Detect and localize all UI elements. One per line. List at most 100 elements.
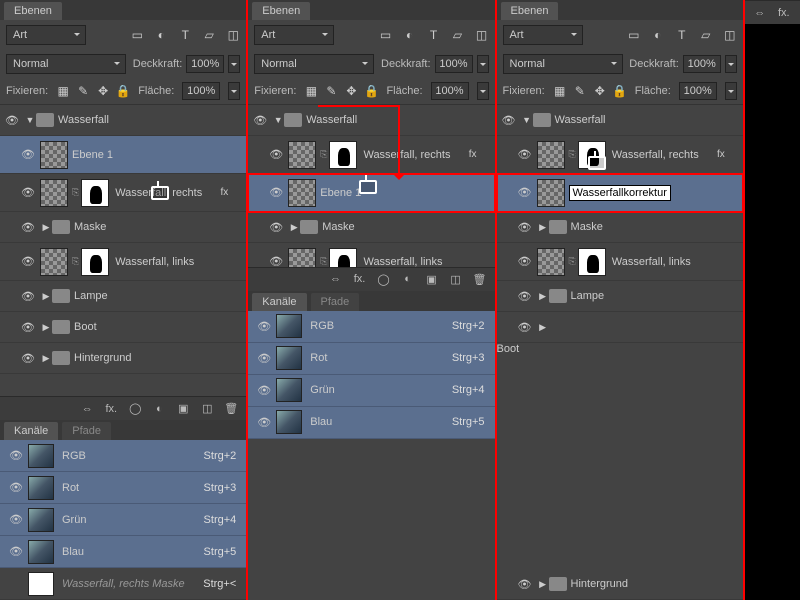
visibility-icon[interactable]: 👁	[16, 321, 40, 334]
type-icon[interactable]: T	[427, 28, 441, 42]
group-wasserfall[interactable]: 👁▼Wasserfall	[497, 105, 743, 136]
layer-wasserfall-rechts[interactable]: 👁⎘Wasserfall, rechtsfx	[248, 136, 494, 174]
visibility-icon[interactable]: 👁	[16, 255, 40, 268]
trash-icon[interactable]: 🗑	[224, 402, 238, 416]
visibility-icon[interactable]: 👁	[4, 545, 28, 558]
mask-icon[interactable]: ◯	[377, 272, 391, 286]
blend-mode-dropdown[interactable]: Normal	[254, 54, 374, 74]
group-hintergrund[interactable]: 👁▶Hintergrund	[497, 569, 743, 600]
adjustment-icon[interactable]: ◐	[401, 272, 415, 286]
image-icon[interactable]: ▭	[130, 28, 144, 42]
expand-icon[interactable]: ▼	[24, 115, 36, 125]
layer-mask[interactable]	[81, 248, 109, 276]
adjustment-icon[interactable]: ◐	[152, 402, 166, 416]
channel-rot[interactable]: 👁RotStrg+3	[248, 343, 494, 375]
layer-ebene1[interactable]: 👁 Ebene 1	[0, 136, 246, 174]
lock-pixels-icon[interactable]: ▦	[304, 84, 318, 98]
lock-pixels-icon[interactable]: ▦	[56, 84, 70, 98]
mask-link-icon[interactable]: ⎘	[72, 187, 79, 198]
link-icon[interactable]: ⇔	[329, 272, 343, 286]
shape-icon[interactable]: ▱	[202, 28, 216, 42]
fx-icon[interactable]: fx.	[353, 272, 367, 286]
mask-icon[interactable]: ◯	[128, 402, 142, 416]
visibility-icon[interactable]: 👁	[264, 186, 288, 199]
visibility-icon[interactable]: 👁	[513, 221, 537, 234]
shape-icon[interactable]: ▱	[451, 28, 465, 42]
lock-all-icon[interactable]: 🔒	[364, 84, 378, 98]
tab-channels[interactable]: Kanäle	[4, 422, 58, 440]
visibility-icon[interactable]: 👁	[497, 114, 521, 127]
tab-paths[interactable]: Pfade	[62, 422, 111, 440]
smart-icon[interactable]: ◫	[226, 28, 240, 42]
lock-brush-icon[interactable]: ✎	[76, 84, 90, 98]
trash-icon[interactable]: 🗑	[473, 272, 487, 286]
visibility-icon[interactable]: 👁	[0, 114, 24, 127]
fill-input[interactable]: 100%	[182, 82, 220, 100]
layer-wasserfall-rechts[interactable]: 👁⎘Wasserfall, rechtsfx	[497, 136, 743, 174]
expand-icon[interactable]: ▶	[40, 322, 52, 333]
visibility-icon[interactable]: 👁	[4, 513, 28, 526]
filter-type-dropdown[interactable]: Art	[254, 25, 334, 45]
fill-stepper[interactable]	[477, 82, 489, 100]
group-boot[interactable]: 👁▶	[497, 312, 743, 343]
visibility-icon[interactable]: 👁	[264, 221, 288, 234]
new-layer-icon[interactable]: ◫	[449, 272, 463, 286]
visibility-icon[interactable]: 👁	[513, 255, 537, 268]
lock-brush-icon[interactable]: ✎	[573, 84, 587, 98]
layer-ebene1[interactable]: 👁Ebene 1	[248, 174, 494, 212]
lock-brush-icon[interactable]: ✎	[324, 84, 338, 98]
lock-all-icon[interactable]: 🔒	[116, 84, 130, 98]
visibility-icon[interactable]: 👁	[513, 148, 537, 161]
fx-icon[interactable]: fx.	[104, 402, 118, 416]
layer-wasserfall-links[interactable]: 👁⎘Wasserfall, links	[248, 243, 494, 267]
opacity-input[interactable]: 100%	[435, 55, 473, 73]
visibility-icon[interactable]: 👁	[4, 481, 28, 494]
lock-move-icon[interactable]: ✥	[96, 84, 110, 98]
opacity-input[interactable]: 100%	[683, 55, 721, 73]
visibility-icon[interactable]: 👁	[513, 290, 537, 303]
layer-wasserfall-links[interactable]: 👁 ⎘ Wasserfall, links	[0, 243, 246, 281]
visibility-icon[interactable]: 👁	[264, 148, 288, 161]
new-layer-icon[interactable]: ◫	[200, 402, 214, 416]
fill-stepper[interactable]	[725, 82, 737, 100]
tab-layers[interactable]: Ebenen	[252, 2, 310, 20]
link-icon[interactable]: ⇔	[80, 402, 94, 416]
lock-move-icon[interactable]: ✥	[593, 84, 607, 98]
channel-gruen[interactable]: 👁GrünStrg+4	[0, 504, 246, 536]
tab-channels[interactable]: Kanäle	[252, 293, 306, 311]
layer-wasserfall-rechts[interactable]: 👁 ⎘ Wasserfall, rechts fx	[0, 174, 246, 212]
visibility-icon[interactable]: 👁	[248, 114, 272, 127]
visibility-icon[interactable]: 👁	[16, 148, 40, 161]
image-icon[interactable]: ▭	[379, 28, 393, 42]
filter-type-dropdown[interactable]: Art	[503, 25, 583, 45]
group-lampe[interactable]: 👁 ▶ Lampe	[0, 281, 246, 312]
group-maske[interactable]: 👁▶Maske	[248, 212, 494, 243]
fill-input[interactable]: 100%	[679, 82, 717, 100]
opacity-input[interactable]: 100%	[186, 55, 224, 73]
blend-mode-dropdown[interactable]: Normal	[6, 54, 126, 74]
group-icon[interactable]: ▣	[425, 272, 439, 286]
visibility-icon[interactable]: 👁	[264, 255, 288, 267]
type-icon[interactable]: T	[675, 28, 689, 42]
smart-icon[interactable]: ◫	[723, 28, 737, 42]
group-wasserfall[interactable]: 👁▼Wasserfall	[248, 105, 494, 136]
filter-type-dropdown[interactable]: Art	[6, 25, 86, 45]
shape-icon[interactable]: ▱	[699, 28, 713, 42]
opacity-stepper[interactable]	[725, 55, 737, 73]
visibility-icon[interactable]: 👁	[513, 321, 537, 334]
tab-layers[interactable]: Ebenen	[501, 2, 559, 20]
layer-mask[interactable]	[81, 179, 109, 207]
type-icon[interactable]: T	[178, 28, 192, 42]
blend-mode-dropdown[interactable]: Normal	[503, 54, 623, 74]
group-maske[interactable]: 👁▶Maske	[497, 212, 743, 243]
lock-pixels-icon[interactable]: ▦	[553, 84, 567, 98]
expand-icon[interactable]: ▶	[40, 291, 52, 302]
adjust-icon[interactable]: ◐	[651, 28, 665, 42]
lock-all-icon[interactable]: 🔒	[613, 84, 627, 98]
visibility-icon[interactable]: 👁	[513, 186, 537, 199]
image-icon[interactable]: ▭	[627, 28, 641, 42]
channel-blau[interactable]: 👁BlauStrg+5	[248, 407, 494, 439]
tab-paths[interactable]: Pfade	[311, 293, 360, 311]
fill-input[interactable]: 100%	[431, 82, 469, 100]
fx-icon[interactable]: fx.	[777, 6, 791, 20]
